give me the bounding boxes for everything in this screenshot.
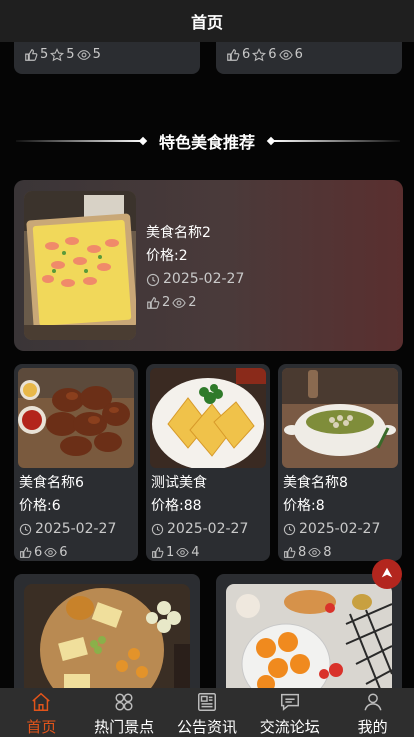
thumbs-up-icon xyxy=(19,546,32,559)
food-info: 美食名称8 价格:8 2025-02-27 8 8 xyxy=(283,472,380,564)
like-count: 6 xyxy=(242,47,251,62)
thumbs-up-icon xyxy=(146,296,160,310)
food-price: 价格:8 xyxy=(283,498,325,514)
grid-icon xyxy=(112,690,136,714)
food-info: 美食名称6 价格:6 2025-02-27 6 6 xyxy=(19,472,116,564)
tab-label: 我的 xyxy=(357,718,388,736)
food-price: 价格:2 xyxy=(146,248,188,264)
arrow-up-icon xyxy=(380,565,394,584)
food-image-chicken xyxy=(18,368,134,468)
food-date: 2025-02-27 xyxy=(146,268,244,291)
divider-line xyxy=(272,140,400,142)
food-image-cheese-board xyxy=(24,584,190,688)
home-icon xyxy=(29,690,53,714)
tab-forum[interactable]: 交流论坛 xyxy=(249,688,331,737)
like-count: 5 xyxy=(40,47,49,62)
tab-label: 公告资讯 xyxy=(176,718,237,736)
tab-label: 首页 xyxy=(26,718,57,736)
food-price: 价格:6 xyxy=(19,498,61,514)
like-count: 2 xyxy=(162,295,171,310)
food-info: 测试美食 价格:88 2025-02-27 1 4 xyxy=(151,472,248,564)
view-count: 6 xyxy=(294,47,303,62)
featured-info: 美食名称2 价格:2 2025-02-27 2 2 xyxy=(146,222,244,314)
food-date: 2025-02-27 xyxy=(151,518,248,541)
thumbs-up-icon xyxy=(226,48,240,62)
attraction-card[interactable]: 6 6 6 xyxy=(216,42,402,74)
view-count: 5 xyxy=(92,47,101,62)
food-name: 美食名称8 xyxy=(283,475,348,491)
back-to-top-button[interactable] xyxy=(372,559,402,589)
bottom-tab-bar: 首页 热门景点 公告资讯 交流论坛 我的 xyxy=(0,688,414,737)
food-name: 美食名称2 xyxy=(146,225,211,241)
attraction-card[interactable]: 5 5 5 xyxy=(14,42,200,74)
view-count: 2 xyxy=(188,295,197,310)
food-date: 2025-02-27 xyxy=(283,518,380,541)
view-count: 4 xyxy=(191,545,200,560)
eye-icon xyxy=(308,546,322,559)
divider-line xyxy=(16,140,144,142)
food-date: 2025-02-27 xyxy=(19,518,116,541)
featured-food-card[interactable]: 美食名称2 价格:2 2025-02-27 2 2 xyxy=(14,180,403,351)
food-image-soup xyxy=(282,368,398,468)
card-stats: 5 5 5 xyxy=(24,47,101,62)
food-card[interactable]: 美食名称6 价格:6 2025-02-27 6 6 xyxy=(14,364,138,561)
tab-attractions[interactable]: 热门景点 xyxy=(83,688,165,737)
like-count: 6 xyxy=(34,545,43,560)
star-icon xyxy=(252,47,267,62)
eye-icon xyxy=(172,296,187,310)
date-text: 2025-02-27 xyxy=(35,521,117,537)
page-title: 首页 xyxy=(190,13,223,32)
chat-icon xyxy=(278,690,302,714)
food-name: 美食名称6 xyxy=(19,475,84,491)
clock-icon xyxy=(283,523,296,536)
section-title: 特色美食推荐 xyxy=(158,133,255,152)
star-icon xyxy=(50,47,65,62)
food-stats: 2 2 xyxy=(146,291,244,314)
tab-news[interactable]: 公告资讯 xyxy=(166,688,248,737)
thumbs-up-icon xyxy=(24,48,38,62)
star-count: 5 xyxy=(66,47,75,62)
date-text: 2025-02-27 xyxy=(299,521,381,537)
main-content[interactable]: 5 5 5 6 6 6 特色美食推荐 美食名称2 价格:2 2025-02-27… xyxy=(0,42,414,688)
card-stats: 6 6 6 xyxy=(226,47,303,62)
date-text: 2025-02-27 xyxy=(167,521,249,537)
thumbs-up-icon xyxy=(151,546,164,559)
food-image-shrimp xyxy=(24,191,136,340)
food-card[interactable] xyxy=(14,574,200,688)
food-card[interactable]: 测试美食 价格:88 2025-02-27 1 4 xyxy=(146,364,270,561)
food-image-tofu xyxy=(150,368,266,468)
eye-icon xyxy=(76,48,91,62)
food-stats: 8 8 xyxy=(283,541,380,564)
view-count: 6 xyxy=(59,545,68,560)
tab-label: 交流论坛 xyxy=(259,718,320,736)
food-stats: 6 6 xyxy=(19,541,116,564)
food-stats: 1 4 xyxy=(151,541,248,564)
clock-icon xyxy=(151,523,164,536)
food-card[interactable]: 美食名称8 价格:8 2025-02-27 8 8 xyxy=(278,364,402,561)
thumbs-up-icon xyxy=(283,546,296,559)
like-count: 8 xyxy=(298,545,307,560)
user-icon xyxy=(361,690,385,714)
eye-icon xyxy=(176,546,190,559)
eye-icon xyxy=(44,546,58,559)
clock-icon xyxy=(146,273,160,287)
clock-icon xyxy=(19,523,32,536)
section-header: 特色美食推荐 xyxy=(0,130,414,152)
food-card[interactable] xyxy=(216,574,402,688)
food-name: 测试美食 xyxy=(151,475,207,491)
food-image-breakfast xyxy=(226,584,392,688)
divider-dot xyxy=(138,136,148,146)
eye-icon xyxy=(278,48,293,62)
news-icon xyxy=(195,690,219,714)
view-count: 8 xyxy=(323,545,332,560)
date-text: 2025-02-27 xyxy=(163,271,245,287)
like-count: 1 xyxy=(166,545,175,560)
tab-profile[interactable]: 我的 xyxy=(332,688,414,737)
tab-label: 热门景点 xyxy=(94,718,155,736)
star-count: 6 xyxy=(268,47,277,62)
app-header: 首页 xyxy=(0,0,414,42)
tab-home[interactable]: 首页 xyxy=(0,688,82,737)
food-price: 价格:88 xyxy=(151,498,202,514)
